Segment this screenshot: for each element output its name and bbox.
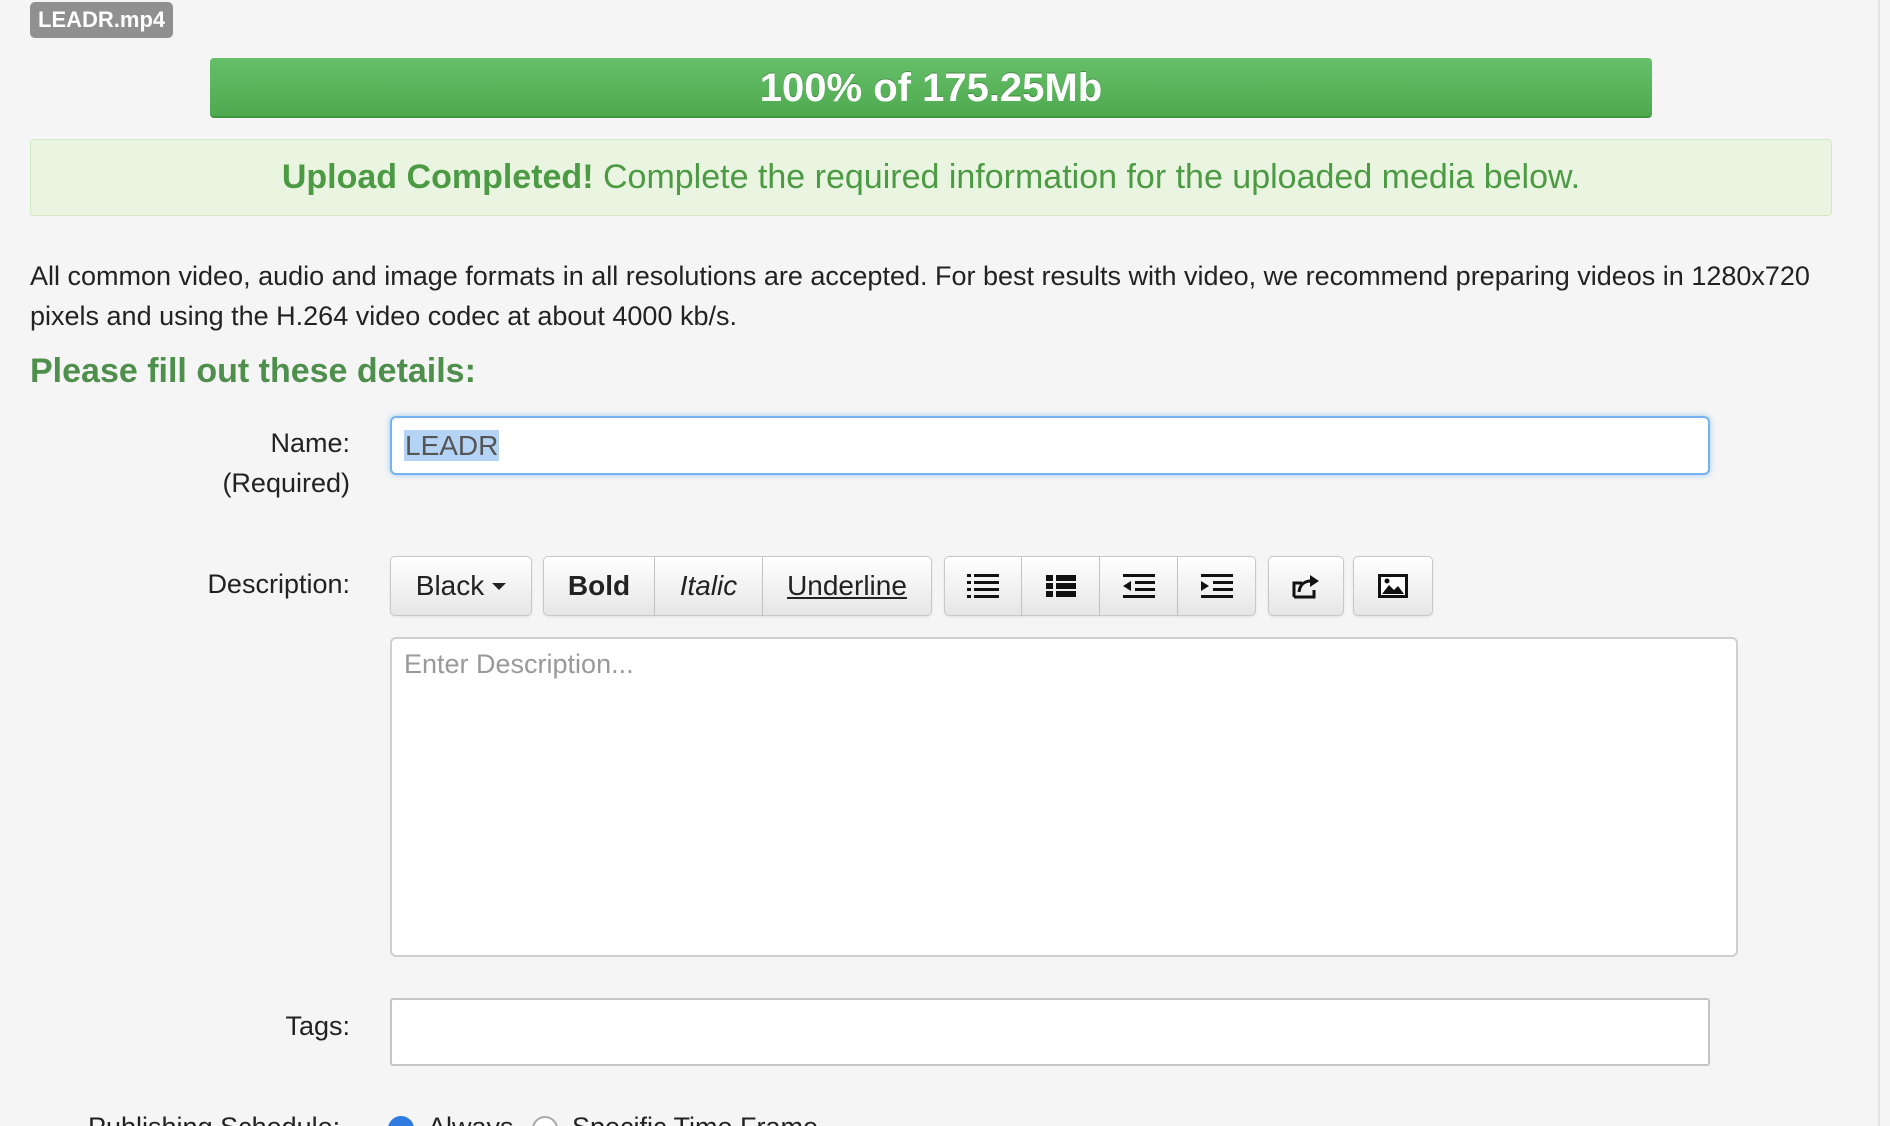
upload-progress-bar: 100% of 175.25Mb [210,58,1652,118]
publish-timeframe-radio[interactable] [532,1116,558,1126]
publishing-label: Publishing Schedule: [88,1112,340,1126]
upload-success-alert: Upload Completed! Complete the required … [30,139,1832,216]
unordered-list-icon [967,574,999,598]
alert-heading: Upload Completed! [281,158,594,196]
name-input[interactable]: LEADR [390,416,1710,475]
description-textarea[interactable]: Enter Description... [390,637,1738,957]
text-style-button-group: Bold Italic Underline [543,556,932,616]
italic-button[interactable]: Italic [655,556,763,616]
caret-down-icon [492,582,507,590]
image-icon [1378,574,1408,598]
indent-icon [1200,574,1233,598]
insert-image-button[interactable] [1353,556,1433,616]
underline-button[interactable]: Underline [763,556,932,616]
indent-button[interactable] [1178,556,1256,616]
upload-page: LEADR.mp4 100% of 175.25Mb Upload Comple… [0,0,1890,1126]
required-hint: (Required) [222,468,350,498]
color-dropdown-button[interactable]: Black [390,556,532,616]
tags-input[interactable] [390,998,1710,1066]
color-button-group: Black [390,556,532,616]
bold-button[interactable]: Bold [543,556,655,616]
outdent-button[interactable] [1100,556,1178,616]
publish-always-radio[interactable] [388,1116,414,1126]
color-dropdown-label: Black [415,570,485,601]
share-button[interactable] [1268,556,1344,616]
link-button-group [1268,556,1344,616]
unordered-list-button[interactable] [944,556,1022,616]
format-info-text: All common video, audio and image format… [30,261,1810,331]
file-name-badge: LEADR.mp4 [30,2,174,38]
publish-always-label: Always [428,1112,514,1126]
progress-label: 100% of 175.25Mb [759,66,1103,110]
alert-message: Complete the required information for th… [593,158,1581,196]
page-edge [1878,0,1880,1126]
form-title: Please fill out these details: [30,352,476,390]
outdent-icon [1122,574,1155,598]
name-label-text: Name: [270,428,350,458]
tags-label: Tags: [285,1011,350,1041]
name-label: Name: (Required) [30,423,350,503]
image-button-group [1353,556,1433,616]
ordered-list-icon [1045,575,1076,597]
publish-timeframe-label: Specific Time Frame [572,1112,818,1126]
list-button-group [944,556,1256,616]
share-icon [1292,575,1319,599]
description-placeholder: Enter Description... [404,649,634,679]
description-label: Description: [207,569,350,599]
ordered-list-button[interactable] [1022,556,1100,616]
name-value: LEADR [404,430,500,461]
